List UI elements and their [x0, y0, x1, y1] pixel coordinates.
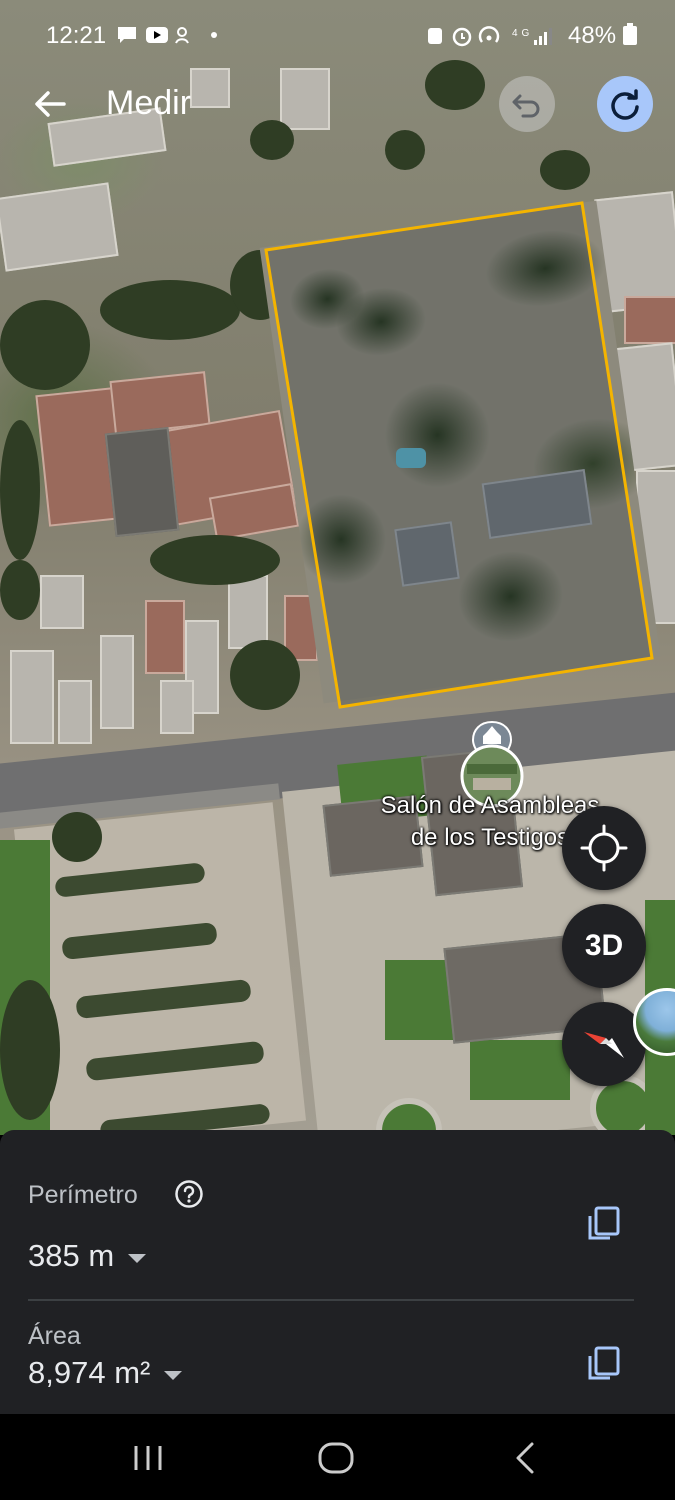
copy-perimeter-button[interactable] — [584, 1204, 624, 1244]
my-location-button[interactable] — [562, 806, 646, 890]
battery-icon — [622, 23, 637, 45]
battery-percent: 48% — [568, 22, 617, 49]
battery-level: 48% — [568, 22, 637, 50]
grass — [470, 1040, 570, 1100]
tree — [385, 130, 425, 170]
tree — [540, 150, 590, 190]
redo-button[interactable] — [597, 76, 653, 132]
undo-button[interactable] — [499, 76, 555, 132]
perimeter-label: Perímetro — [28, 1181, 138, 1209]
copy-icon — [588, 1346, 620, 1380]
tree — [0, 560, 40, 620]
tree — [250, 120, 294, 160]
copy-area-button[interactable] — [584, 1344, 624, 1384]
my-location-icon — [580, 824, 628, 872]
building — [190, 68, 230, 108]
building — [394, 521, 460, 587]
grass — [385, 960, 455, 1040]
building — [280, 68, 330, 130]
building — [40, 575, 84, 629]
copy-icon — [588, 1206, 620, 1240]
redo-icon — [611, 89, 639, 120]
status-time: 12:21 — [46, 22, 107, 49]
page-title: Medir — [106, 84, 192, 122]
area-unit-dropdown[interactable]: 8,974 m² — [28, 1355, 188, 1395]
recents-icon — [134, 1446, 162, 1470]
building — [145, 600, 185, 674]
measurement-panel: Perímetro 385 m Área 8,974 m² — [0, 1130, 675, 1414]
building — [10, 650, 54, 744]
pool — [396, 448, 426, 468]
android-nav-bar — [0, 1414, 675, 1500]
tree — [100, 280, 240, 340]
home-icon — [318, 1442, 354, 1474]
area-value: 8,974 m² — [28, 1355, 151, 1390]
perimeter-value: 385 m — [28, 1238, 115, 1273]
building — [0, 182, 119, 272]
building — [100, 635, 134, 729]
undo-icon — [512, 94, 540, 118]
status-bar: 12:21 4G 48% — [0, 0, 675, 60]
building — [58, 680, 92, 744]
divider — [28, 1299, 634, 1301]
measured-property — [259, 200, 661, 704]
chevron-down-icon — [128, 1254, 146, 1263]
back-arrow-icon[interactable] — [30, 84, 70, 124]
system-icons: 4G — [424, 24, 564, 54]
tree — [425, 60, 485, 110]
tree — [150, 535, 280, 585]
area-label: Área — [28, 1322, 81, 1350]
building — [160, 680, 194, 734]
home-button[interactable] — [314, 1436, 358, 1480]
tree — [0, 980, 60, 1120]
recent-apps-button[interactable] — [128, 1438, 168, 1478]
notification-icons — [116, 24, 244, 52]
perimeter-unit-dropdown[interactable]: 385 m — [28, 1238, 158, 1278]
tree — [0, 300, 90, 390]
building — [624, 296, 675, 344]
building — [104, 426, 180, 538]
chevron-down-icon — [164, 1371, 182, 1380]
back-nav-button[interactable] — [506, 1438, 546, 1478]
building — [228, 575, 268, 649]
help-icon[interactable] — [174, 1179, 204, 1209]
tree — [0, 420, 40, 560]
3d-toggle-button[interactable]: 3D — [562, 904, 646, 988]
tree — [230, 640, 300, 710]
tree — [52, 812, 102, 862]
svg-text:4G: 4G — [512, 28, 533, 39]
back-icon — [516, 1442, 534, 1474]
